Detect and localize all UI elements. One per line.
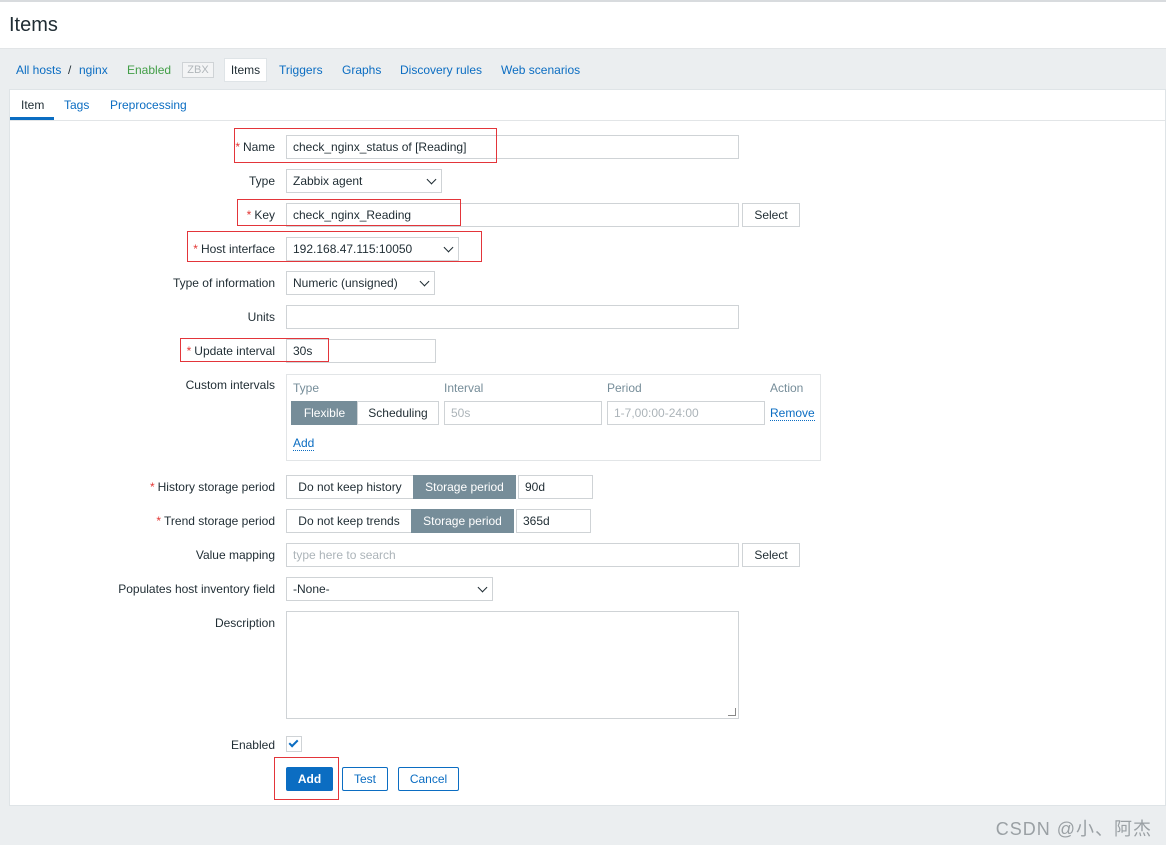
- cancel-button[interactable]: Cancel: [398, 767, 459, 791]
- header-bar: Items: [0, 0, 1166, 49]
- chevron-down-icon: [419, 276, 430, 287]
- custom-intervals-label: Custom intervals: [185, 378, 275, 392]
- watermark: CSDN @小、阿杰: [995, 819, 1152, 839]
- host-interface-select[interactable]: 192.168.47.115:10050: [286, 237, 459, 261]
- add-interval-link[interactable]: Add: [293, 436, 315, 451]
- name-input[interactable]: check_nginx_status of [Reading]: [286, 135, 739, 159]
- type-of-information-select[interactable]: Numeric (unsigned): [286, 271, 435, 295]
- update-interval-label: * Update interval: [186, 344, 275, 358]
- zbx-availability-badge: ZBX: [182, 62, 214, 78]
- trend-storage-label: * Trend storage period: [156, 514, 275, 528]
- enabled-checkbox[interactable]: [286, 736, 302, 752]
- resize-handle-icon[interactable]: [728, 708, 736, 716]
- host-interface-label: * Host interface: [193, 242, 275, 256]
- active-tab-indicator: [10, 117, 54, 120]
- period-input[interactable]: 1-7,00:00-24:00: [607, 401, 765, 425]
- units-input[interactable]: [286, 305, 739, 329]
- history-period-input[interactable]: 90d: [518, 475, 593, 499]
- trend-do-not-keep-toggle[interactable]: Do not keep trends: [286, 509, 412, 533]
- value-mapping-label: Value mapping: [195, 548, 275, 562]
- col-type-header: Type: [293, 381, 320, 395]
- value-mapping-search-input[interactable]: type here to search: [286, 543, 739, 567]
- update-interval-input[interactable]: 30s: [286, 339, 436, 363]
- interval-input[interactable]: 50s: [444, 401, 602, 425]
- inventory-field-select[interactable]: -None-: [286, 577, 493, 601]
- form-tabs: Item Tags Preprocessing: [10, 90, 1165, 121]
- trend-period-input[interactable]: 365d: [516, 509, 591, 533]
- type-of-information-label: Type of information: [172, 276, 275, 290]
- remove-interval-link[interactable]: Remove: [770, 406, 815, 421]
- breadcrumb-all-hosts[interactable]: All hosts: [16, 63, 61, 77]
- tab-tags[interactable]: Tags: [64, 98, 89, 112]
- description-textarea[interactable]: [286, 611, 739, 719]
- col-interval-header: Interval: [444, 381, 484, 395]
- chevron-down-icon: [426, 174, 437, 185]
- scheduling-toggle[interactable]: Scheduling: [357, 401, 439, 425]
- enabled-label: Enabled: [230, 738, 275, 752]
- tab-item[interactable]: Item: [21, 98, 44, 112]
- key-select-button[interactable]: Select: [742, 203, 800, 227]
- col-period-header: Period: [607, 381, 642, 395]
- add-button[interactable]: Add: [286, 767, 333, 791]
- history-storage-label: * History storage period: [149, 480, 275, 494]
- flexible-toggle[interactable]: Flexible: [291, 401, 358, 425]
- item-form-panel: Item Tags Preprocessing * Name check_ngin…: [9, 89, 1166, 806]
- nav-triggers[interactable]: Triggers: [279, 63, 323, 77]
- type-label: Type: [248, 174, 275, 188]
- nav-discovery-rules[interactable]: Discovery rules: [400, 63, 482, 77]
- value-mapping-select-button[interactable]: Select: [742, 543, 800, 567]
- test-button[interactable]: Test: [342, 767, 388, 791]
- host-status-enabled[interactable]: Enabled: [127, 63, 171, 77]
- page-title: Items: [9, 14, 58, 36]
- breadcrumb-separator: /: [68, 63, 72, 77]
- checkmark-icon: [288, 737, 299, 748]
- history-storage-period-toggle[interactable]: Storage period: [413, 475, 516, 499]
- description-label: Description: [214, 616, 275, 630]
- chevron-down-icon: [477, 582, 488, 593]
- breadcrumb-host[interactable]: nginx: [79, 63, 108, 77]
- custom-intervals-table: Type Interval Period Action Flexible Sch…: [286, 374, 821, 461]
- col-action-header: Action: [770, 381, 804, 395]
- host-navigation: All hosts / nginx Enabled ZBX Items Trig…: [0, 49, 1166, 89]
- units-label: Units: [247, 310, 275, 324]
- type-select[interactable]: Zabbix agent: [286, 169, 442, 193]
- nav-items[interactable]: Items: [224, 58, 267, 82]
- chevron-down-icon: [443, 242, 454, 253]
- history-do-not-keep-toggle[interactable]: Do not keep history: [286, 475, 414, 499]
- nav-graphs[interactable]: Graphs: [342, 63, 381, 77]
- trend-storage-period-toggle[interactable]: Storage period: [411, 509, 514, 533]
- tab-preprocessing[interactable]: Preprocessing: [110, 98, 187, 112]
- nav-web-scenarios[interactable]: Web scenarios: [501, 63, 580, 77]
- key-input[interactable]: check_nginx_Reading: [286, 203, 739, 227]
- name-label: * Name: [235, 140, 275, 154]
- key-label: * Key: [246, 208, 275, 222]
- inventory-field-label: Populates host inventory field: [118, 582, 275, 596]
